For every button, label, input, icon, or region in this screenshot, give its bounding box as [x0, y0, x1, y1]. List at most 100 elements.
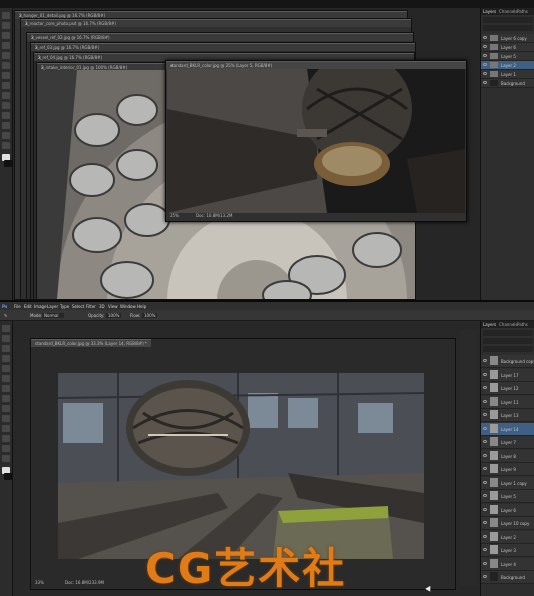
menu-layer[interactable]: Layer — [47, 304, 58, 309]
tab-layers[interactable]: Layers — [483, 322, 496, 327]
tab-channels[interactable]: Channels — [499, 322, 518, 327]
blend-mode-select[interactable] — [483, 338, 533, 344]
doc-tab-2[interactable]: 2_reactor_core_photo.psd @ 16.7% (RGB/8#… — [21, 19, 411, 27]
opacity-field[interactable]: 100% — [106, 313, 122, 318]
eye-icon[interactable] — [483, 54, 487, 57]
eye-icon[interactable] — [483, 36, 487, 39]
type-tool-icon[interactable] — [2, 122, 10, 129]
doc-tab-3[interactable]: 2_vessel_ref_02.jpg @ 16.7% (RGB/8#) × — [27, 33, 413, 41]
layer-row[interactable]: Background — [481, 79, 534, 88]
dodge-tool-icon[interactable] — [2, 102, 10, 109]
stamp-tool-icon[interactable] — [2, 385, 10, 392]
layer-row[interactable]: Layer 11 — [481, 395, 534, 409]
menu-filter[interactable]: Filter — [86, 304, 96, 309]
eye-icon[interactable] — [483, 480, 487, 484]
layer-row[interactable]: Layer 1 copy — [481, 476, 534, 490]
close-icon[interactable]: × — [25, 21, 408, 26]
layer-filter-box[interactable] — [483, 330, 533, 336]
menu-type[interactable]: Type — [60, 304, 69, 309]
eye-icon[interactable] — [483, 359, 487, 362]
brush-tool-icon[interactable] — [2, 62, 10, 69]
marquee-tool-icon[interactable] — [2, 22, 10, 29]
move-tool-icon[interactable] — [2, 325, 10, 332]
crop-tool-icon[interactable] — [2, 355, 10, 362]
eye-icon[interactable] — [483, 521, 487, 524]
hand-tool-icon[interactable] — [2, 445, 10, 452]
move-tool-icon[interactable] — [2, 12, 10, 19]
layer-row[interactable]: Layer 5 — [481, 490, 534, 503]
layer-row[interactable]: Layer 17 — [481, 368, 534, 382]
blend-mode-select[interactable] — [483, 25, 533, 31]
tab-layers[interactable]: Layers — [483, 9, 496, 14]
eye-icon[interactable] — [483, 440, 487, 443]
lock-row[interactable] — [483, 346, 533, 352]
eyedropper-tool-icon[interactable] — [2, 52, 10, 59]
tab-paths[interactable]: Paths — [517, 9, 528, 14]
layer-row[interactable]: Layer 8 — [481, 449, 534, 463]
marquee-tool-icon[interactable] — [2, 335, 10, 342]
eye-icon[interactable] — [483, 413, 487, 416]
layer-row[interactable]: Layer 4 — [481, 557, 534, 571]
eye-icon[interactable] — [483, 372, 487, 376]
layer-row[interactable]: Layer 3 — [481, 544, 534, 557]
zoom-tool-icon[interactable] — [2, 142, 10, 149]
layer-filter-box[interactable] — [483, 17, 533, 23]
hand-tool-icon[interactable] — [2, 132, 10, 139]
layer-row-selected[interactable]: Layer 2 — [481, 61, 534, 70]
menu-window[interactable]: Window — [120, 304, 136, 309]
eye-icon[interactable] — [483, 81, 487, 84]
brush-tool-icon[interactable]: ✎ — [4, 313, 7, 318]
layer-row[interactable]: Layer 6 — [481, 503, 534, 517]
layer-row[interactable]: Background — [481, 571, 534, 584]
background-color-swatch[interactable] — [4, 473, 12, 480]
layer-row[interactable]: Background copy — [481, 355, 534, 368]
layer-row[interactable]: Layer 10 copy — [481, 517, 534, 530]
layer-row[interactable]: Layer 13 — [481, 409, 534, 422]
layer-row[interactable]: Layer 7 — [481, 436, 534, 449]
eye-icon[interactable] — [483, 507, 487, 511]
eye-icon[interactable] — [483, 453, 487, 457]
layer-row[interactable]: Layer 1 — [481, 70, 534, 79]
close-icon[interactable]: × — [31, 35, 410, 40]
eye-icon[interactable] — [483, 386, 487, 389]
gradient-tool-icon[interactable] — [2, 92, 10, 99]
menu-file[interactable]: File — [14, 304, 21, 309]
dodge-tool-icon[interactable] — [2, 415, 10, 422]
lasso-tool-icon[interactable] — [2, 32, 10, 39]
eye-icon[interactable] — [483, 534, 487, 538]
eye-icon[interactable] — [483, 494, 487, 497]
brush-tool-icon[interactable] — [2, 375, 10, 382]
layer-row[interactable]: Layer 6 copy — [481, 34, 534, 43]
tab-paths[interactable]: Paths — [517, 322, 528, 327]
eye-icon[interactable] — [483, 426, 487, 430]
main-doc-tab[interactable]: standard_BKLR_color.jpg @ 33.3% (Layer 1… — [31, 339, 151, 347]
zoom-tool-icon[interactable] — [2, 455, 10, 462]
eye-icon[interactable] — [483, 63, 487, 66]
menu-help[interactable]: Help — [137, 304, 146, 309]
pen-tool-icon[interactable] — [2, 425, 10, 432]
eye-icon[interactable] — [483, 45, 487, 48]
menu-view[interactable]: View — [108, 304, 118, 309]
eye-icon[interactable] — [483, 561, 487, 565]
layer-row[interactable]: Layer 12 — [481, 382, 534, 395]
layer-row[interactable]: Layer 9 — [481, 463, 534, 476]
menu-3d[interactable]: 3D — [99, 304, 105, 309]
close-icon[interactable]: × — [170, 63, 463, 68]
eyedropper-tool-icon[interactable] — [2, 365, 10, 372]
mode-select[interactable]: Normal — [42, 313, 65, 318]
type-tool-icon[interactable] — [2, 435, 10, 442]
stamp-tool-icon[interactable] — [2, 72, 10, 79]
menu-select[interactable]: Select — [72, 304, 84, 309]
eraser-tool-icon[interactable] — [2, 82, 10, 89]
float-window-tab[interactable]: standard_BKLR_color.jpg @ 25% (Layer 5, … — [166, 61, 466, 69]
menu-image[interactable]: Image — [34, 304, 47, 309]
menu-edit[interactable]: Edit — [24, 304, 32, 309]
active-float-window[interactable]: standard_BKLR_color.jpg @ 25% (Layer 5, … — [165, 60, 467, 222]
lasso-tool-icon[interactable] — [2, 345, 10, 352]
flow-field[interactable]: 100% — [142, 313, 158, 318]
layer-row[interactable]: Layer 6 — [481, 43, 534, 52]
layer-row-selected[interactable]: Layer 14 — [481, 422, 534, 436]
doc-tab-4[interactable]: 2_ref_03.jpg @ 16.7% (RGB/8#) × — [31, 43, 415, 51]
eye-icon[interactable] — [483, 72, 487, 75]
background-color-swatch[interactable] — [4, 160, 12, 167]
